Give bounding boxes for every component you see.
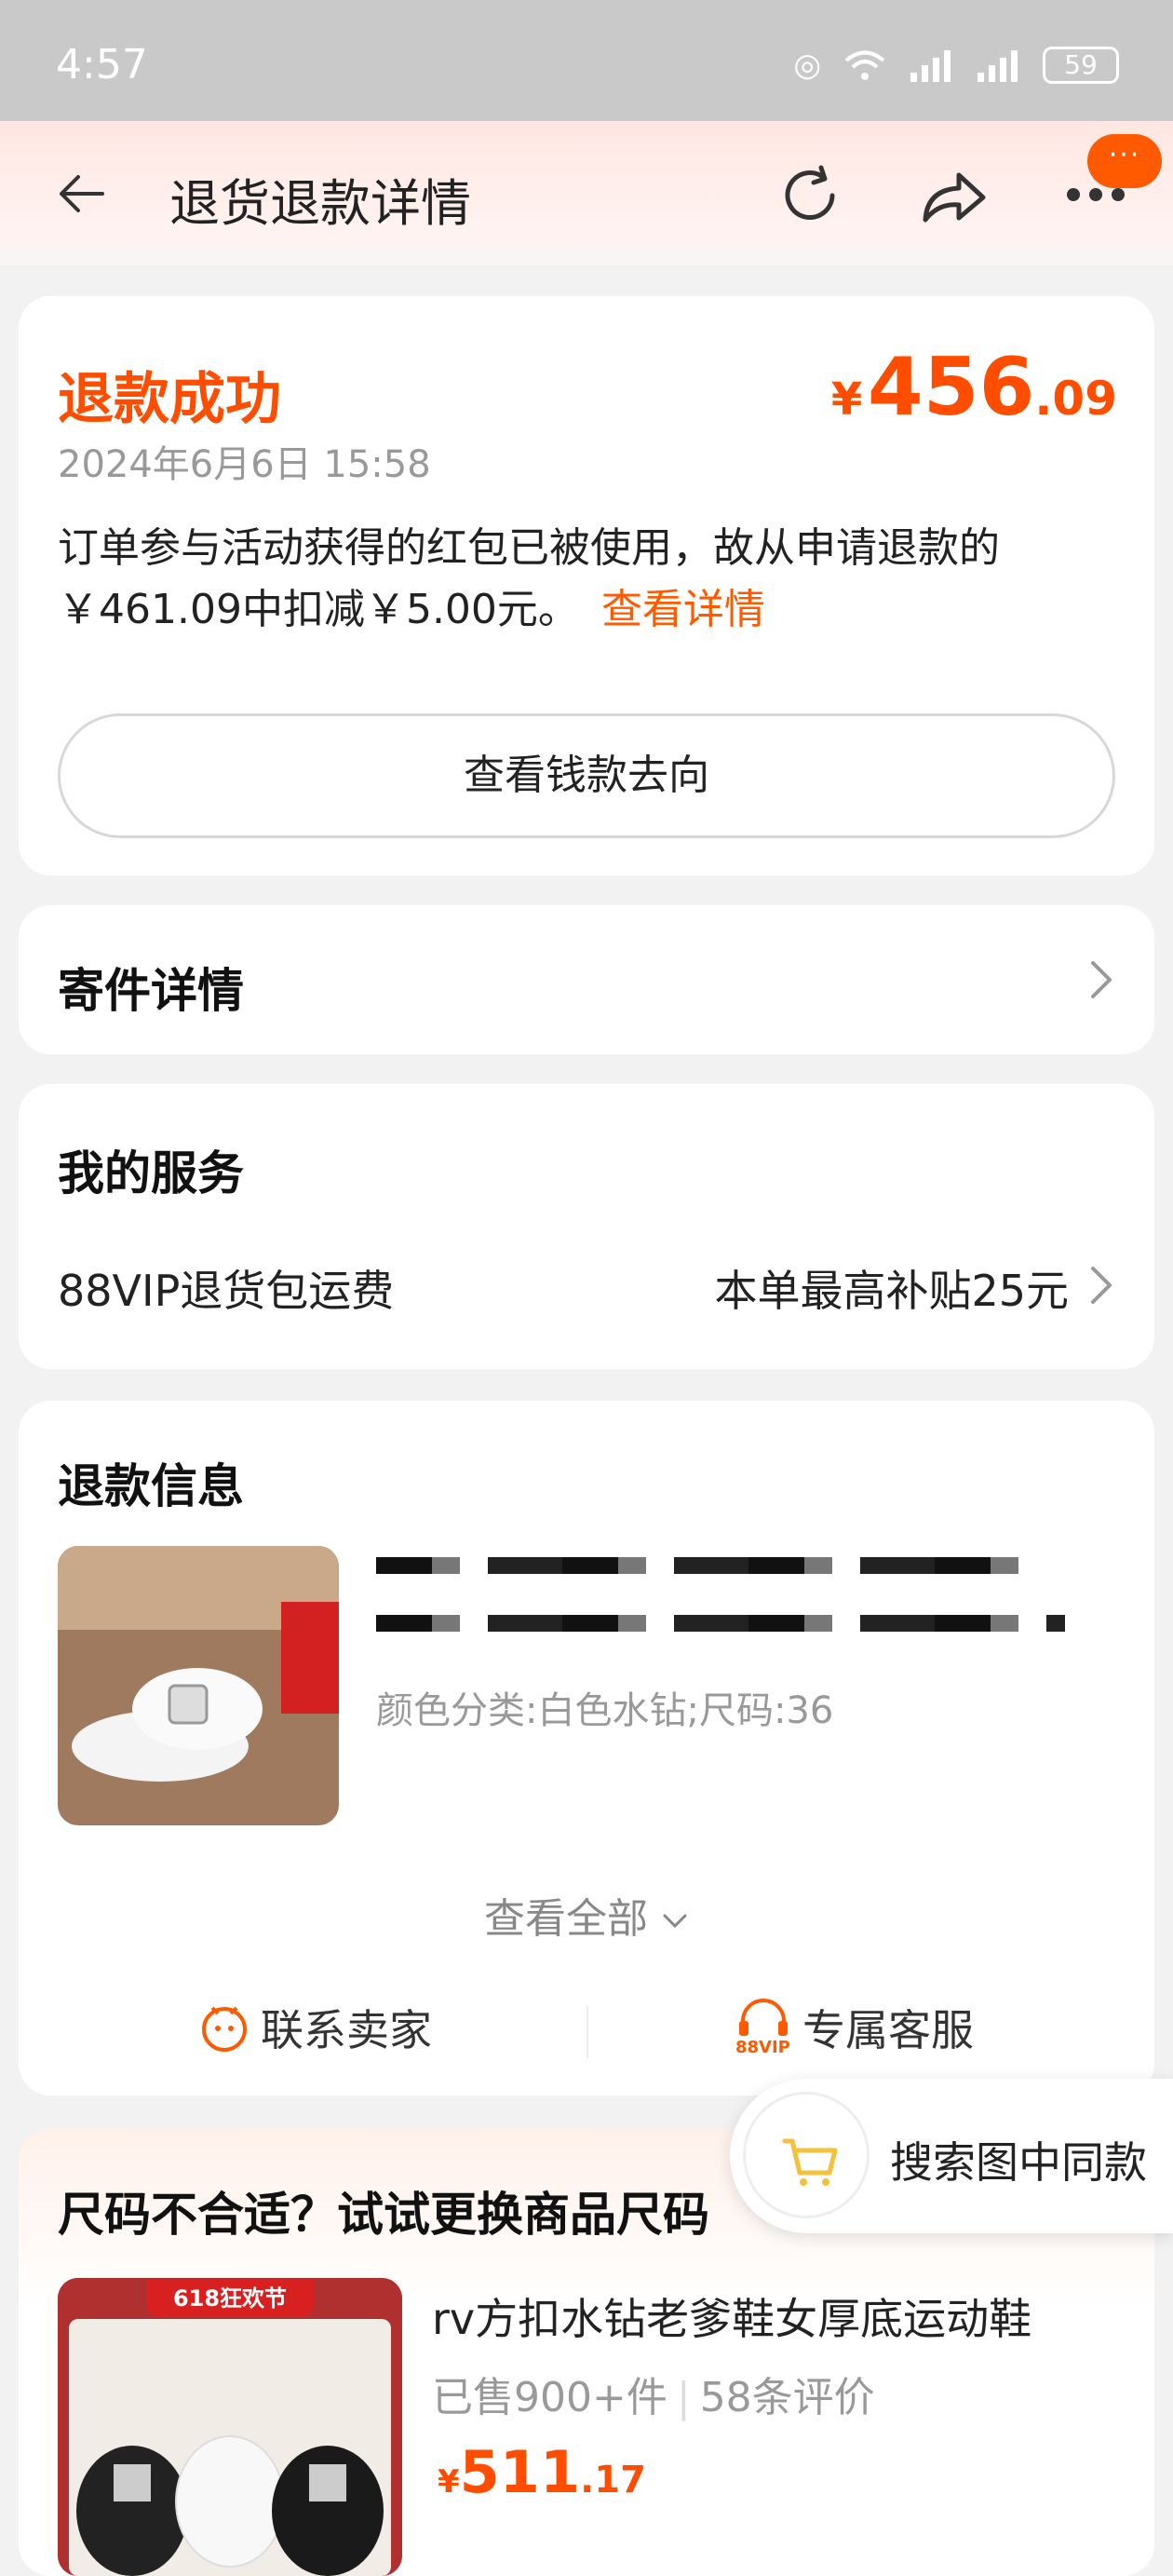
share-icon[interactable] xyxy=(918,164,989,229)
refund-summary-card: 退款成功 ¥ 456.09 2024年6月6日 15:58 订单参与活动获得的红… xyxy=(19,296,1154,875)
nfc-icon: ◎ xyxy=(793,47,821,84)
wifi-icon xyxy=(844,50,885,80)
sneakers-image xyxy=(58,2278,402,2576)
status-icons: ◎ 59 xyxy=(793,47,1119,84)
amount-decimal: .09 xyxy=(1034,372,1117,426)
promo-badge: 618狂欢节 xyxy=(146,2280,314,2317)
signal-icon-2 xyxy=(978,50,1018,82)
shipping-details-row[interactable]: 寄件详情 xyxy=(19,905,1154,1054)
service-item-label[interactable]: 88VIP退货包运费 xyxy=(58,1257,394,1319)
view-all-label: 查看全部 xyxy=(484,1895,648,1943)
refund-info-card: 退款信息 颜色分类:白色水钻;尺码:36 查看全部 联系卖家 88VIP 专属客… xyxy=(19,1401,1154,2095)
sneaker-image xyxy=(58,1546,339,1825)
refund-notice-text: 订单参与活动获得的红包已被使用，故从申请退款的￥461.09中扣减￥5.00元。 xyxy=(58,524,1000,633)
refund-notice: 订单参与活动获得的红包已被使用，故从申请退款的￥461.09中扣减￥5.00元。… xyxy=(58,518,1119,641)
services-title: 我的服务 xyxy=(58,1146,244,1200)
product-stats: 已售900+件 | 58条评价 xyxy=(432,2374,875,2421)
price-decimal: .17 xyxy=(580,2459,646,2501)
product-price: ¥511.17 xyxy=(438,2438,646,2506)
recommended-product-image[interactable]: 618狂欢节 xyxy=(58,2278,402,2576)
amount-symbol: ¥ xyxy=(830,373,863,426)
refund-info-title: 退款信息 xyxy=(58,1459,244,1513)
my-services-card: 我的服务 88VIP退货包运费 本单最高补贴25元 xyxy=(19,1084,1154,1369)
price-integer: 511 xyxy=(459,2438,581,2506)
amount-integer: 456 xyxy=(867,341,1035,434)
header: 退货退款详情 ··· xyxy=(0,121,1173,265)
chevron-right-icon[interactable] xyxy=(1085,1263,1117,1308)
signal-icon xyxy=(910,50,951,82)
view-all-button[interactable]: 查看全部 xyxy=(19,1885,1154,1945)
redacted-title-line-1 xyxy=(376,1557,1046,1574)
refund-status: 退款成功 xyxy=(58,367,281,432)
product-thumbnail[interactable] xyxy=(58,1546,339,1825)
refund-amount: ¥ 456.09 xyxy=(831,341,1117,434)
cart-icon-circle xyxy=(743,2092,870,2218)
status-bar: 4:57 ◎ 59 xyxy=(0,0,1173,121)
exclusive-service-label: 专属客服 xyxy=(802,2005,974,2055)
more-icon[interactable] xyxy=(1067,188,1125,201)
recommendation-title: 尺码不合适？试试更换商品尺码 xyxy=(58,2188,709,2242)
money-flow-button[interactable]: 查看钱款去向 xyxy=(58,713,1115,838)
cart-icon xyxy=(782,2138,838,2186)
vip-badge: 88VIP xyxy=(735,2038,790,2057)
service-item-value[interactable]: 本单最高补贴25元 xyxy=(714,1257,1069,1319)
product-sold: 已售900+件 xyxy=(432,2374,667,2421)
contact-seller-label: 联系卖家 xyxy=(261,2005,432,2055)
search-same-item-float[interactable]: 搜索图中同款 xyxy=(730,2079,1173,2233)
action-divider xyxy=(586,2006,588,2058)
back-arrow-icon[interactable] xyxy=(54,166,110,222)
contact-seller-button[interactable]: 联系卖家 xyxy=(199,1997,432,2058)
refresh-icon[interactable] xyxy=(775,160,845,231)
product-reviews: 58条评价 xyxy=(699,2374,875,2421)
view-details-link[interactable]: 查看详情 xyxy=(601,586,765,633)
price-symbol: ¥ xyxy=(438,2463,460,2501)
headset-icon: 88VIP xyxy=(735,1999,791,2057)
product-spec: 颜色分类:白色水钻;尺码:36 xyxy=(376,1689,834,1732)
chevron-down-icon xyxy=(663,1914,687,1929)
exclusive-service-button[interactable]: 88VIP 专属客服 xyxy=(735,1997,974,2058)
status-time: 4:57 xyxy=(56,41,148,88)
page-title: 退货退款详情 xyxy=(169,174,471,233)
shipping-title: 寄件详情 xyxy=(58,964,244,1018)
recommended-product-name[interactable]: rv方扣水钻老爹鞋女厚底运动鞋 xyxy=(432,2285,1031,2347)
chevron-right-icon xyxy=(1091,961,1112,998)
redacted-title-line-2 xyxy=(376,1615,1065,1632)
refund-datetime: 2024年6月6日 15:58 xyxy=(58,443,431,486)
search-same-item-label: 搜索图中同款 xyxy=(890,2137,1147,2188)
battery-icon: 59 xyxy=(1043,47,1119,84)
more-badge[interactable]: ··· xyxy=(1087,134,1162,188)
seller-chat-icon xyxy=(202,2006,247,2052)
